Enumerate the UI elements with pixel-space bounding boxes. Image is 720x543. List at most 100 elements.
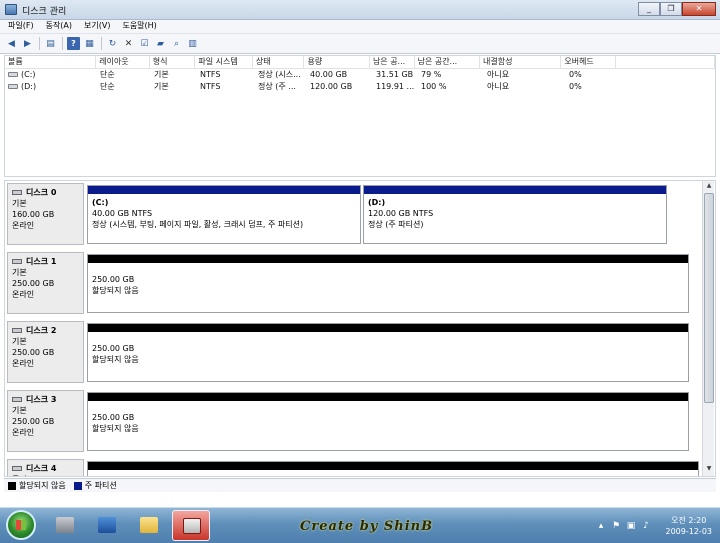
restore-button[interactable]: ❐ xyxy=(660,2,682,16)
cell-capacity: 120.00 GB xyxy=(310,82,353,91)
partition-bar xyxy=(88,186,360,194)
disk-type: 기본 xyxy=(12,268,27,277)
partition-unallocated[interactable]: 250.00 GB 할당되지 않음 xyxy=(87,254,689,313)
settings-icon[interactable]: ▥ xyxy=(186,37,199,50)
disk-icon xyxy=(12,259,22,264)
cell-type: 기본 xyxy=(154,70,169,79)
disk-size: 250.00 GB xyxy=(12,417,55,426)
partition-d[interactable]: (D:) 120.00 GB NTFS 정상 (주 파티션) xyxy=(363,185,667,244)
disk-row-0: 디스크 0 기본 160.00 GB 온라인 (C:) 40.00 GB NTF… xyxy=(7,183,703,245)
partition-c[interactable]: (C:) 40.00 GB NTFS 정상 (시스템, 부팅, 페이지 파일, … xyxy=(87,185,361,244)
cell-volume: (C:) xyxy=(5,69,97,81)
cell-fault-tolerance: 아니요 xyxy=(487,70,510,79)
cell-layout: 단순 xyxy=(100,70,115,79)
taskbar-clock[interactable]: 오전 2:20 2009-12-03 xyxy=(666,515,713,537)
partition-status: 정상 (주 파티션) xyxy=(368,220,424,229)
vertical-scrollbar[interactable]: ▲ ▼ xyxy=(702,181,714,476)
column-header-layout[interactable]: 레이아웃 xyxy=(96,56,150,68)
partition-bar xyxy=(88,324,688,332)
menu-file[interactable]: 파일(F) xyxy=(8,20,34,33)
windows-logo-icon xyxy=(16,520,26,530)
column-header-status[interactable]: 상태 xyxy=(253,56,305,68)
partition-size: 250.00 GB xyxy=(92,344,135,353)
disk-size: 250.00 GB xyxy=(12,348,55,357)
scroll-thumb[interactable] xyxy=(704,193,714,403)
disk-row-2: 디스크 2 기본 250.00 GB 온라인 250.00 GB 할당되지 않음 xyxy=(7,321,703,383)
disk-status: 온라인 xyxy=(12,290,35,299)
disk-status: 온라인 xyxy=(12,221,35,230)
cell-free-percent: 100 % xyxy=(421,82,447,91)
partition-unallocated[interactable] xyxy=(87,461,699,476)
powershell-icon xyxy=(98,517,116,533)
scroll-up-arrow-icon[interactable]: ▲ xyxy=(704,182,714,192)
help-icon[interactable]: ? xyxy=(67,37,80,50)
legend-label-primary: 주 파티션 xyxy=(84,481,117,490)
partition-size: 120.00 GB NTFS xyxy=(368,209,434,218)
table-row[interactable]: (D:) 단순 기본 NTFS 정상 (주 ... 120.00 GB 119.… xyxy=(5,81,715,93)
column-header-fault-tolerance[interactable]: 내결함성 xyxy=(480,56,562,68)
column-header-type[interactable]: 형식 xyxy=(150,56,196,68)
start-button[interactable] xyxy=(6,510,36,540)
close-button[interactable]: ✕ xyxy=(682,2,716,16)
disk-label[interactable]: 디스크 2 기본 250.00 GB 온라인 xyxy=(7,321,84,383)
taskbar-app-toolbox[interactable] xyxy=(172,510,210,541)
disk-type: 기본 xyxy=(12,337,27,346)
disk-row-1: 디스크 1 기본 250.00 GB 온라인 250.00 GB 할당되지 않음 xyxy=(7,252,703,314)
disk-status: 온라인 xyxy=(12,359,35,368)
column-header-overhead[interactable]: 오버헤드 xyxy=(561,56,616,68)
menu-action[interactable]: 동작(A) xyxy=(46,20,72,33)
search-icon[interactable]: ⌕ xyxy=(170,37,183,50)
disk-label[interactable]: 디스크 3 기본 250.00 GB 온라인 xyxy=(7,390,84,452)
minimize-button[interactable]: _ xyxy=(638,2,660,16)
disk-row-4: 디스크 4 동적 xyxy=(7,459,703,476)
show-hide-tree-icon[interactable]: ▤ xyxy=(44,37,57,50)
refresh-icon[interactable]: ↻ xyxy=(106,37,119,50)
legend-swatch-unallocated xyxy=(8,481,16,490)
menu-help[interactable]: 도움말(H) xyxy=(122,20,156,33)
disk-label[interactable]: 디스크 4 동적 xyxy=(7,459,84,476)
column-header-filesystem[interactable]: 파일 시스템 xyxy=(195,56,253,68)
network-icon[interactable]: ▣ xyxy=(626,521,636,531)
column-header-capacity[interactable]: 용량 xyxy=(304,56,370,68)
back-arrow-icon[interactable]: ◀ xyxy=(5,37,18,50)
show-hidden-icons-icon[interactable]: ▴ xyxy=(596,521,606,531)
drive-icon xyxy=(8,72,18,77)
toolbar-separator xyxy=(62,37,63,50)
partition-unallocated[interactable]: 250.00 GB 할당되지 않음 xyxy=(87,392,689,451)
volume-icon[interactable]: ♪ xyxy=(641,521,651,531)
disk-name: 디스크 0 xyxy=(26,188,57,197)
column-header-free-space[interactable]: 남은 공... xyxy=(370,56,415,68)
properties-icon[interactable]: ▦ xyxy=(83,37,96,50)
disk-label[interactable]: 디스크 0 기본 160.00 GB 온라인 xyxy=(7,183,84,245)
partition-label: (D:) xyxy=(368,198,386,207)
forward-arrow-icon[interactable]: ▶ xyxy=(21,37,34,50)
window-controls: _ ❐ ✕ xyxy=(638,2,716,17)
checklist-icon[interactable]: ☑ xyxy=(138,37,151,50)
menu-view[interactable]: 보기(V) xyxy=(84,20,110,33)
disk-type: 동적 xyxy=(12,474,79,476)
action-center-flag-icon[interactable]: ⚑ xyxy=(611,521,621,531)
table-row[interactable]: (C:) 단순 기본 NTFS 정상 (시스... 40.00 GB 31.51… xyxy=(5,69,715,81)
window-title: 디스크 관리 xyxy=(22,7,67,17)
disk-label[interactable]: 디스크 1 기본 250.00 GB 온라인 xyxy=(7,252,84,314)
scroll-down-arrow-icon[interactable]: ▼ xyxy=(704,465,714,475)
partition-unallocated[interactable]: 250.00 GB 할당되지 않음 xyxy=(87,323,689,382)
delete-icon[interactable]: ✕ xyxy=(122,37,135,50)
cell-status: 정상 (시스... xyxy=(258,70,301,79)
partition-status: 할당되지 않음 xyxy=(92,286,139,295)
cell-free-space: 31.51 GB xyxy=(376,70,414,79)
column-header-free-percent[interactable]: 남은 공간... xyxy=(415,56,481,68)
computer-icon xyxy=(56,517,74,533)
disk-name: 디스크 2 xyxy=(26,326,57,335)
cell-type: 기본 xyxy=(154,82,169,91)
partition-size: 250.00 GB xyxy=(92,275,135,284)
disk-name: 디스크 3 xyxy=(26,395,57,404)
cell-filesystem: NTFS xyxy=(200,82,221,91)
legend-bar: 할당되지 않음 주 파티션 xyxy=(4,478,716,492)
taskbar-app-computer[interactable] xyxy=(46,510,84,541)
partition-status: 할당되지 않음 xyxy=(92,424,139,433)
open-folder-icon[interactable]: ▰ xyxy=(154,37,167,50)
taskbar-app-explorer[interactable] xyxy=(130,510,168,541)
taskbar-app-powershell[interactable] xyxy=(88,510,126,541)
column-header-volume[interactable]: 볼륨 xyxy=(5,56,97,68)
